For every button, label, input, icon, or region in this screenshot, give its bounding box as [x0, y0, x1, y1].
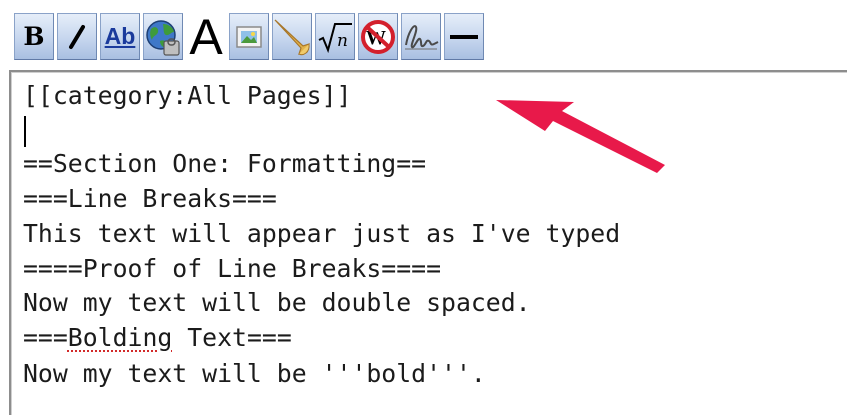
no-wiki-button[interactable]: W	[358, 13, 398, 60]
editor-content: [[category:All Pages]] ==Section One: Fo…	[11, 72, 847, 415]
italic-icon	[64, 22, 90, 52]
wikitext-editor[interactable]: [[category:All Pages]] ==Section One: Fo…	[9, 70, 847, 415]
editor-line: ==Section One: Formatting==	[23, 149, 427, 178]
editor-line: ====Proof of Line Breaks====	[23, 254, 442, 283]
embedded-image-button[interactable]	[229, 13, 269, 60]
internal-link-icon: Ab	[104, 23, 136, 49]
math-formula-button[interactable]: n	[315, 13, 355, 60]
no-wiki-icon: W	[360, 19, 396, 55]
horizontal-line-button[interactable]	[444, 13, 484, 60]
italic-button[interactable]	[57, 13, 97, 60]
square-root-icon: n	[317, 20, 353, 54]
signature-button[interactable]	[401, 13, 441, 60]
external-link-button[interactable]	[143, 13, 183, 60]
editing-toolbar: B Ab A n W	[14, 8, 487, 65]
internal-link-button[interactable]: Ab	[100, 13, 140, 60]
editor-line: ===Line Breaks===	[23, 184, 277, 213]
editor-line-segment: Text===	[172, 323, 292, 352]
editor-line: Now my text will be '''bold'''.	[23, 359, 486, 388]
bold-button[interactable]: B	[14, 13, 54, 60]
horn-icon	[273, 16, 311, 58]
editor-line: Now my text will be double spaced.	[23, 288, 531, 317]
misspelled-word: Bolding	[67, 323, 173, 352]
editor-line: This text will appear just as I've typed	[23, 219, 621, 248]
horizontal-line-icon	[449, 32, 479, 42]
bold-icon: B	[23, 22, 45, 51]
editor-line-segment: ===	[23, 323, 68, 352]
text-caret	[24, 116, 26, 147]
media-link-button[interactable]	[272, 13, 312, 60]
globe-link-icon	[144, 17, 182, 57]
image-icon	[236, 25, 262, 48]
editor-line: ===Bolding Text===	[23, 323, 292, 353]
editor-line: [[category:All Pages]]	[23, 81, 352, 110]
svg-text:n: n	[337, 31, 348, 51]
headline-button[interactable]: A	[186, 8, 226, 65]
signature-icon	[402, 19, 440, 55]
headline-icon: A	[189, 8, 223, 65]
